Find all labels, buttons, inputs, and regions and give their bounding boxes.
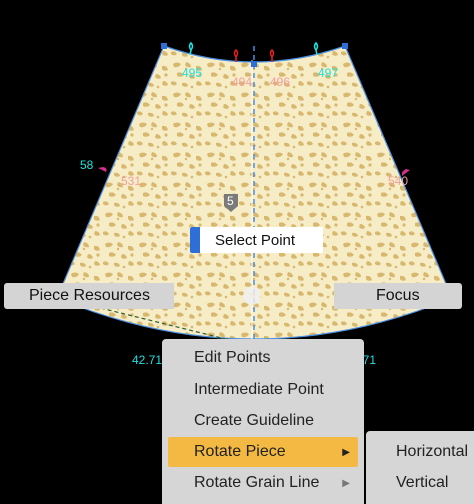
menu-item-label: Intermediate Point [194,381,324,398]
menu-item-label: Create Guideline [194,412,315,429]
menu-item-label: Rotate Grain Line [194,474,320,491]
select-point-accent [190,227,200,253]
menu-item-create-guideline[interactable]: Create Guideline [168,406,358,436]
menu-item-intermediate-point[interactable]: Intermediate Point [168,375,358,405]
point-label-496: 496 [270,75,290,89]
corner-handle-top-right[interactable] [342,43,348,49]
notch-marker-496[interactable] [269,48,275,62]
rotate-piece-submenu: Horizontal Vertical [366,431,474,504]
grain-badge-label: 5 [227,194,234,208]
point-label-540: 540 [388,174,408,188]
menu-item-rotate-piece[interactable]: Rotate Piece ▶ [168,437,358,467]
submenu-item-label: Horizontal [396,443,469,460]
context-menu: Edit Points Intermediate Point Create Gu… [162,339,364,504]
corner-handle-top-left[interactable] [161,43,167,49]
submenu-arrow-icon: ▶ [342,477,350,489]
focus-button[interactable]: Focus [334,283,462,309]
point-label-58: 58 [80,158,94,172]
select-point-button[interactable]: Select Point [190,227,323,253]
point-label-494: 494 [232,75,252,89]
piece-resources-label: Piece Resources [29,287,150,304]
select-point-label: Select Point [215,231,296,249]
submenu-arrow-icon: ▶ [342,446,350,458]
piece-resources-button[interactable]: Piece Resources [4,283,174,309]
menu-item-rotate-grain-line[interactable]: Rotate Grain Line ▶ [168,468,358,498]
submenu-item-label: Vertical [396,474,449,491]
menu-item-edit-points[interactable]: Edit Points [168,343,358,373]
focus-label: Focus [376,287,420,304]
point-label-497: 497 [318,66,338,80]
menu-item-label: Rotate Piece [194,443,286,460]
center-handle-top[interactable] [251,61,257,67]
pivot-point[interactable] [243,287,261,305]
point-label-495: 495 [182,66,202,80]
notch-marker-497[interactable] [313,41,319,56]
point-label-531: 531 [121,174,141,188]
notch-marker-494[interactable] [233,48,239,62]
dimension-label-left: 42.71 [132,353,162,367]
menu-item-label: Edit Points [194,349,271,366]
submenu-item-vertical[interactable]: Vertical [366,468,474,498]
submenu-item-horizontal[interactable]: Horizontal [366,437,474,467]
notch-marker-495[interactable] [188,41,194,56]
notch-marker-58[interactable] [98,167,107,172]
